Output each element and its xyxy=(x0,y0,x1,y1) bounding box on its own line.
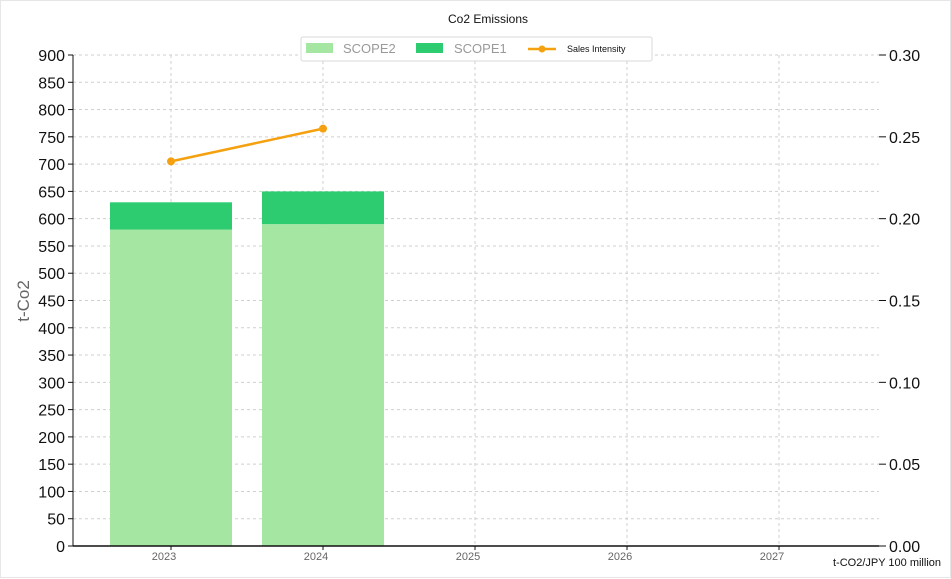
y-tick-label: 600 xyxy=(38,212,65,229)
y-axis-label: t-Co2 xyxy=(14,280,33,322)
y-tick-label: 500 xyxy=(38,266,65,283)
legend-label-scope1: SCOPE1 xyxy=(454,41,507,56)
co2-emissions-chart: 0 50 100 150 200 250 300 350 400 450 500 550 600 650 7… xyxy=(14,12,941,569)
y-tick-label: 450 xyxy=(38,294,65,311)
x-tick-label: 2027 xyxy=(760,551,784,563)
y2-axis-label: t-CO2/JPY 100 million xyxy=(833,557,941,569)
bar-scope1-2023 xyxy=(110,202,232,230)
y-tick-label: 900 xyxy=(38,48,65,65)
bar-scope2-2023 xyxy=(110,229,232,547)
y2-tick-label: 0.20 xyxy=(889,212,920,229)
bars xyxy=(110,191,384,547)
chart-frame: 0 50 100 150 200 250 300 350 400 450 500 550 600 650 7… xyxy=(0,0,951,578)
y-tick-label: 350 xyxy=(38,348,65,365)
y-tick-label: 300 xyxy=(38,375,65,392)
legend-swatch-sales-intensity-marker xyxy=(538,45,546,53)
y-tick-label: 100 xyxy=(38,484,65,501)
legend: SCOPE2 SCOPE1 Sales Intensity xyxy=(300,36,653,62)
legend-label-sales-intensity: Sales Intensity xyxy=(567,44,626,54)
y-tick-label: 650 xyxy=(38,184,65,201)
point-sales-intensity xyxy=(167,157,175,166)
y-tick-label: 800 xyxy=(38,103,65,120)
y-tick-label: 400 xyxy=(38,321,65,338)
y-tick-label: 50 xyxy=(47,512,65,529)
y-tick-label: 150 xyxy=(38,457,65,474)
y-tick-label: 0 xyxy=(56,539,65,556)
x-tick-label: 2026 xyxy=(608,551,632,563)
y2-tick-label: 0.15 xyxy=(889,294,920,311)
y-tick-label: 250 xyxy=(38,403,65,420)
y-tick-label: 700 xyxy=(38,157,65,174)
legend-label-scope2: SCOPE2 xyxy=(343,41,396,56)
chart-title: Co2 Emissions xyxy=(448,12,528,26)
line-sales-intensity xyxy=(170,127,324,163)
legend-swatch-scope1 xyxy=(416,43,443,53)
y-tick-label: 200 xyxy=(38,430,65,447)
y2-tick-label: 0.05 xyxy=(889,457,920,474)
x-tick-label: 2023 xyxy=(152,551,176,563)
bar-scope2-2024 xyxy=(262,224,384,546)
y2-tick-label: 0.00 xyxy=(889,539,920,556)
x-tick-label: 2024 xyxy=(304,551,328,563)
y-tick-label: 850 xyxy=(38,75,65,92)
y-tick-label: 750 xyxy=(38,130,65,147)
y2-tick-label: 0.10 xyxy=(889,375,920,392)
bar-scope1-2024 xyxy=(262,191,384,225)
x-tick-label: 2025 xyxy=(456,551,480,563)
y-tick-label: 550 xyxy=(38,239,65,256)
line-series xyxy=(167,124,327,166)
legend-swatch-scope2 xyxy=(306,43,333,53)
y2-tick-label: 0.25 xyxy=(889,130,920,147)
y2-tick-label: 0.30 xyxy=(889,48,920,65)
point-sales-intensity xyxy=(319,124,327,133)
